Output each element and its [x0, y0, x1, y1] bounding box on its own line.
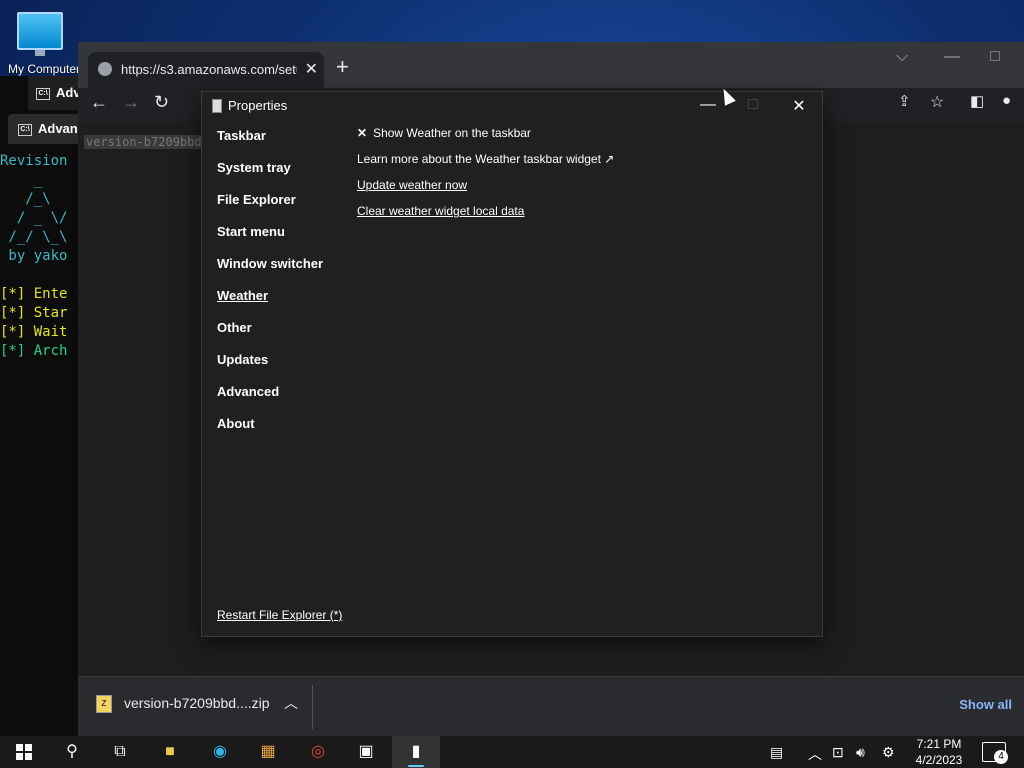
properties-app-taskbar-icon[interactable]: ▮	[404, 740, 428, 764]
notification-badge: 4	[994, 750, 1008, 764]
show-all-button[interactable]: Show all	[959, 697, 1012, 712]
clock-time: 7:21 PM	[916, 737, 962, 751]
clock[interactable]: 7:21 PM 4/2/2023	[910, 736, 968, 768]
nav-window-switcher[interactable]: Window switcher	[217, 256, 323, 288]
clock-date: 4/2/2023	[915, 753, 963, 767]
store-icon[interactable]: ▦	[256, 740, 280, 764]
chevron-up-icon[interactable]: ︿	[284, 693, 298, 713]
download-bar: Zversion-b7209bbd....zip ︿ Show all	[78, 676, 1024, 737]
network-icon[interactable]: ⊡	[832, 744, 844, 761]
browser-titlebar: https://s3.amazonaws.com/setup ✕ + ⌵ — □	[78, 42, 1024, 88]
console-icon: C:\	[18, 123, 32, 136]
nav-advanced[interactable]: Advanced	[217, 384, 323, 416]
properties-title: Properties	[228, 98, 288, 113]
download-item[interactable]: Zversion-b7209bbd....zip	[96, 695, 270, 714]
selected-text: version-b7209bbd	[84, 135, 204, 149]
computer-icon	[17, 12, 63, 56]
dialog-close-icon[interactable]: ✕	[779, 96, 819, 116]
clear-weather-data-link[interactable]: Clear weather widget local data	[357, 204, 614, 230]
nav-start-menu[interactable]: Start menu	[217, 224, 323, 256]
forward-icon[interactable]: →	[122, 92, 140, 113]
download-filename: version-b7209bbd....zip	[124, 695, 270, 711]
windows-logo-icon	[16, 743, 32, 760]
terminal-output: Revision _ /_\ / _ \/ /_/ \_\ by yako [*…	[0, 153, 68, 359]
browser-tab[interactable]: https://s3.amazonaws.com/setup ✕	[88, 52, 324, 88]
tab-url: https://s3.amazonaws.com/setup	[121, 62, 297, 77]
dialog-maximize-icon: □	[748, 96, 758, 113]
file-explorer-icon[interactable]: ■	[158, 740, 182, 764]
x-check-icon: ✕	[357, 126, 368, 140]
nav-about[interactable]: About	[217, 416, 323, 448]
volume-icon[interactable]: 🔊︎	[856, 744, 865, 761]
maximize-icon[interactable]: □	[990, 48, 1000, 66]
zip-file-icon: Z	[96, 695, 112, 714]
show-weather-option[interactable]: ✕ Show Weather on the taskbar	[357, 126, 614, 152]
reload-icon[interactable]: ↻	[154, 92, 169, 113]
start-button[interactable]	[12, 740, 36, 764]
globe-icon	[98, 62, 112, 76]
nav-updates[interactable]: Updates	[217, 352, 323, 384]
taskbar: ⚲ ⧉ ■ ◉ ▦ ◎ ▣ ▮ ▤ ︿ ⊡ 🔊︎ ⚙ 7:21 PM 4/2/2…	[0, 736, 1024, 768]
weather-settings: ✕ Show Weather on the taskbar Learn more …	[357, 126, 614, 230]
chevron-up-icon[interactable]: ︿	[808, 744, 822, 764]
terminal-icon[interactable]: ▣	[354, 740, 378, 764]
terminal-tab-2-label: Advan	[38, 121, 78, 136]
news-widget-icon[interactable]: ▤	[770, 744, 783, 761]
task-view-icon[interactable]: ⧉	[108, 740, 132, 764]
share-icon[interactable]: ⇪	[898, 92, 911, 110]
terminal-tab-1[interactable]: C:\ Adv	[28, 76, 78, 110]
nav-other[interactable]: Other	[217, 320, 323, 352]
nav-file-explorer[interactable]: File Explorer	[217, 192, 323, 224]
edge-icon[interactable]: ◉	[208, 740, 232, 764]
nav-taskbar[interactable]: Taskbar	[217, 128, 323, 160]
back-icon[interactable]: ←	[90, 92, 108, 113]
restart-explorer-link[interactable]: Restart File Explorer (*)	[217, 608, 342, 622]
desktop-icon-my-computer[interactable]: My Computer	[8, 8, 81, 76]
search-icon[interactable]: ⚲	[60, 740, 84, 764]
new-tab-button[interactable]: +	[336, 54, 349, 80]
side-panel-icon[interactable]: ◧	[970, 92, 984, 110]
nav-system-tray[interactable]: System tray	[217, 160, 323, 192]
chrome-icon[interactable]: ◎	[306, 740, 330, 764]
update-weather-link[interactable]: Update weather now	[357, 178, 614, 204]
nav-weather[interactable]: Weather	[217, 288, 323, 320]
terminal-tab-2[interactable]: C:\ Advan	[8, 114, 78, 144]
settings-gear-icon[interactable]: ⚙	[882, 744, 895, 761]
download-divider	[312, 685, 313, 729]
tab-close-icon[interactable]: ✕	[305, 52, 318, 88]
minimize-icon[interactable]: —	[944, 48, 960, 66]
bookmark-star-icon[interactable]: ☆	[930, 92, 944, 112]
terminal-window[interactable]: C:\ Adv C:\ Advan Revision _ /_\ / _ \/ /_…	[0, 76, 78, 736]
console-icon: C:\	[36, 87, 50, 100]
properties-app-icon	[212, 99, 222, 113]
show-weather-label: Show Weather on the taskbar	[373, 126, 531, 140]
properties-dialog[interactable]: Properties — □ ✕ Taskbar System tray Fil…	[201, 91, 823, 637]
terminal-tab-1-label: Adv	[56, 85, 78, 100]
desktop-icon-label: My Computer	[8, 62, 81, 76]
properties-nav: Taskbar System tray File Explorer Start …	[217, 128, 323, 448]
learn-more-link[interactable]: Learn more about the Weather taskbar wid…	[357, 152, 614, 178]
tab-search-icon[interactable]: ⌵	[896, 48, 908, 66]
profile-icon[interactable]: ●	[1002, 92, 1011, 109]
